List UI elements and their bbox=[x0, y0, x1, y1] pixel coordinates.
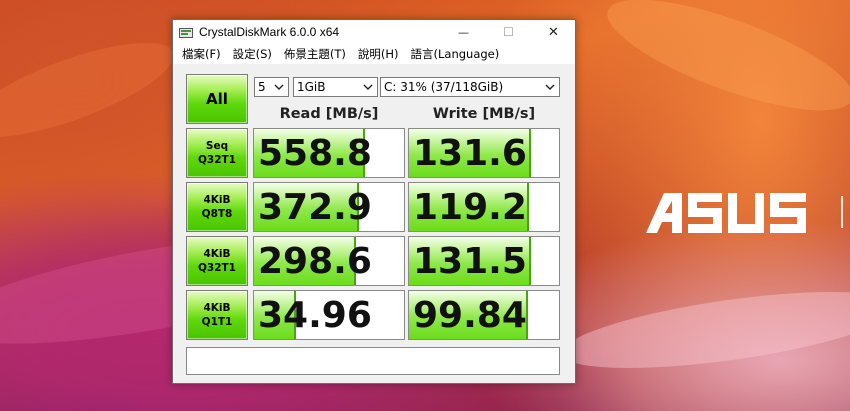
title-bar[interactable]: CrystalDiskMark 6.0.0 x64 — ☐ ✕ bbox=[173, 20, 575, 44]
crystaldiskmark-window: CrystalDiskMark 6.0.0 x64 — ☐ ✕ 檔案(F) 設定… bbox=[172, 19, 576, 384]
test-count-select[interactable]: 5 bbox=[254, 77, 289, 97]
wallpaper-divider bbox=[841, 196, 843, 228]
benchmark-panel: All 5 1GiB C: 31% (37/118GiB) Read [MB/s… bbox=[173, 64, 575, 383]
write-value: 131.5 bbox=[413, 241, 527, 282]
wallpaper-streak bbox=[0, 24, 184, 156]
menu-help[interactable]: 說明(H) bbox=[353, 46, 404, 62]
read-value: 298.6 bbox=[258, 241, 372, 282]
write-result-cell: 131.5 bbox=[408, 236, 560, 286]
read-column-header: Read [MB/s] bbox=[279, 106, 379, 122]
run-all-button[interactable]: All bbox=[186, 74, 248, 124]
drive-select[interactable]: C: 31% (37/118GiB) bbox=[380, 77, 560, 97]
read-value: 372.9 bbox=[258, 187, 372, 228]
menu-language[interactable]: 語言(Language) bbox=[406, 46, 505, 62]
test-label-line2: Q32T1 bbox=[197, 154, 236, 166]
read-result-cell: 34.96 bbox=[253, 290, 405, 340]
test-label-line2: Q32T1 bbox=[197, 262, 236, 274]
close-button[interactable]: ✕ bbox=[531, 20, 576, 44]
menu-bar: 檔案(F) 設定(S) 佈景主題(T) 說明(H) 語言(Language) bbox=[173, 44, 575, 64]
test-label-line1: 4KiB bbox=[203, 248, 231, 260]
wallpaper-streak bbox=[557, 276, 850, 384]
test-button-4kib-q32t1[interactable]: 4KiB Q32T1 bbox=[186, 236, 248, 286]
test-label-line1: 4KiB bbox=[203, 194, 231, 206]
test-label-line1: Seq bbox=[205, 140, 229, 152]
wallpaper-streak bbox=[595, 0, 850, 133]
menu-file[interactable]: 檔案(F) bbox=[177, 46, 226, 62]
read-value: 34.96 bbox=[258, 295, 372, 336]
drive-value: C: 31% (37/118GiB) bbox=[384, 80, 504, 94]
chevron-down-icon bbox=[361, 79, 375, 95]
test-label-line1: 4KiB bbox=[203, 302, 231, 314]
minimize-button[interactable]: — bbox=[441, 20, 486, 44]
write-value: 119.2 bbox=[413, 187, 527, 228]
read-result-cell: 372.9 bbox=[253, 182, 405, 232]
test-size-value: 1GiB bbox=[297, 80, 326, 94]
read-result-cell: 298.6 bbox=[253, 236, 405, 286]
chevron-down-icon bbox=[543, 79, 557, 95]
test-count-value: 5 bbox=[258, 80, 266, 94]
test-button-seq-q32t1[interactable]: Seq Q32T1 bbox=[186, 128, 248, 178]
write-result-cell: 99.84 bbox=[408, 290, 560, 340]
write-column-header: Write [MB/s] bbox=[432, 106, 536, 122]
read-value: 558.8 bbox=[258, 133, 372, 174]
write-value: 99.84 bbox=[413, 295, 527, 336]
test-button-4kib-q8t8[interactable]: 4KiB Q8T8 bbox=[186, 182, 248, 232]
write-value: 131.6 bbox=[413, 133, 527, 174]
test-button-4kib-q1t1[interactable]: 4KiB Q1T1 bbox=[186, 290, 248, 340]
test-label-line2: Q8T8 bbox=[201, 208, 233, 220]
write-result-cell: 131.6 bbox=[408, 128, 560, 178]
test-size-select[interactable]: 1GiB bbox=[293, 77, 378, 97]
chevron-down-icon bbox=[272, 79, 286, 95]
asus-logo bbox=[646, 193, 806, 233]
window-title: CrystalDiskMark 6.0.0 x64 bbox=[199, 25, 340, 39]
test-label-line2: Q1T1 bbox=[201, 316, 233, 328]
comment-field[interactable] bbox=[186, 347, 560, 375]
read-result-cell: 558.8 bbox=[253, 128, 405, 178]
write-result-cell: 119.2 bbox=[408, 182, 560, 232]
crystaldiskmark-app-icon bbox=[179, 25, 193, 39]
menu-settings[interactable]: 設定(S) bbox=[228, 46, 277, 62]
menu-theme[interactable]: 佈景主題(T) bbox=[279, 46, 351, 62]
maximize-button[interactable]: ☐ bbox=[486, 20, 531, 44]
